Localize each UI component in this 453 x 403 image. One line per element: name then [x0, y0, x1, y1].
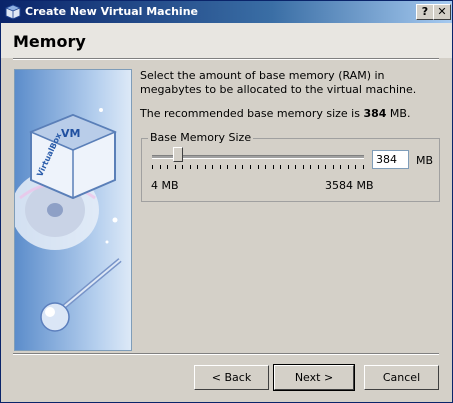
slider-tick [303, 165, 304, 169]
slider-tick [227, 165, 228, 169]
slider-tick [167, 165, 168, 169]
memory-slider-track[interactable] [152, 155, 364, 159]
window-title: Create New Virtual Machine [25, 5, 198, 18]
description-text: Select the amount of base memory (RAM) i… [140, 69, 417, 96]
slider-tick [205, 165, 206, 169]
slider-tick [340, 165, 341, 169]
slider-tick [355, 165, 356, 169]
memory-size-input[interactable] [372, 150, 409, 169]
slider-tick [197, 165, 198, 169]
slider-tick [235, 165, 236, 169]
memory-unit-label: MB [416, 154, 434, 167]
slider-tick [190, 165, 191, 169]
slider-tick [242, 165, 243, 169]
slider-tick [295, 165, 296, 169]
footer-separator [13, 353, 439, 355]
slider-ticks [152, 165, 364, 170]
slider-tick [250, 165, 251, 169]
dialog-window: Create New Virtual Machine ? ✕ Memory VM… [0, 0, 453, 403]
slider-tick [273, 165, 274, 169]
slider-tick [175, 165, 176, 169]
group-label: Base Memory Size [148, 131, 254, 144]
cancel-button[interactable]: Cancel [364, 365, 439, 390]
recommended-prefix: The recommended base memory size is [140, 107, 364, 120]
recommended-memory-text: The recommended base memory size is 384 … [140, 107, 442, 120]
slider-tick [363, 165, 364, 169]
memory-slider-thumb[interactable] [173, 147, 184, 162]
slider-tick [265, 165, 266, 169]
virtualbox-logo-image: VM VirtualBox [14, 69, 132, 351]
title-bar[interactable]: Create New Virtual Machine ? ✕ [1, 1, 452, 23]
slider-tick [258, 165, 259, 169]
header-separator [13, 58, 439, 60]
back-button[interactable]: < Back [194, 365, 269, 390]
base-memory-groupbox [141, 138, 440, 202]
slider-tick [160, 165, 161, 169]
slider-tick [333, 165, 334, 169]
next-button[interactable]: Next > [273, 364, 355, 391]
slider-tick [310, 165, 311, 169]
wizard-header: Memory [1, 23, 452, 58]
slider-tick [220, 165, 221, 169]
slider-min-label: 4 MB [151, 179, 179, 192]
virtualbox-icon [5, 4, 21, 20]
slider-max-label: 3584 MB [325, 179, 374, 192]
slider-tick [182, 165, 183, 169]
page-title: Memory [13, 32, 86, 51]
svg-text:VM: VM [61, 127, 80, 140]
slider-tick [325, 165, 326, 169]
slider-tick [212, 165, 213, 169]
close-button[interactable]: ✕ [433, 4, 451, 20]
recommended-suffix: MB. [386, 107, 411, 120]
slider-tick [280, 165, 281, 169]
slider-tick [288, 165, 289, 169]
slider-tick [152, 165, 153, 169]
slider-tick [318, 165, 319, 169]
help-button[interactable]: ? [416, 4, 434, 20]
recommended-value: 384 [363, 107, 387, 120]
slider-tick [348, 165, 349, 169]
